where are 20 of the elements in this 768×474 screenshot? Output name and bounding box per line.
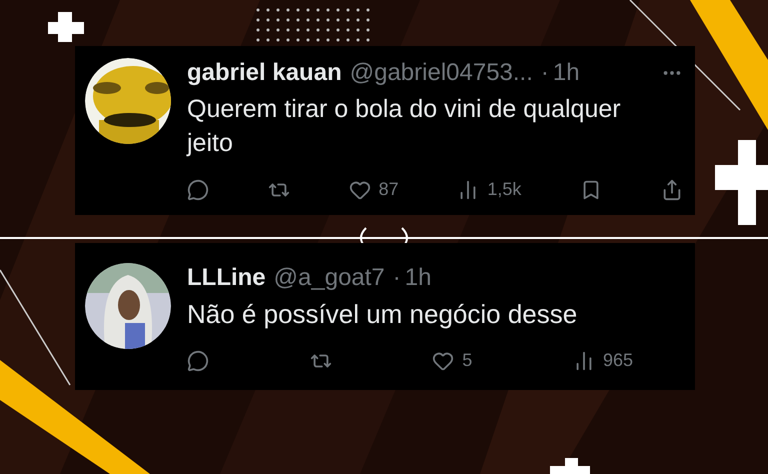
user-handle: @gabriel04753... <box>350 58 533 88</box>
cross-shape <box>48 12 84 42</box>
action-count: 1,5k <box>487 178 522 201</box>
tweet-text: Não é possível um negócio desse <box>187 298 578 331</box>
dot-separator: · <box>392 263 401 293</box>
display-name: LLLine <box>187 263 266 293</box>
dot-separator: · <box>540 58 549 88</box>
display-name: gabriel kauan <box>187 58 342 88</box>
action-count: 87 <box>378 178 399 201</box>
heart-icon[interactable] <box>432 350 454 372</box>
cross-shape <box>550 458 590 474</box>
user-handle: @a_goat7 <box>274 263 385 293</box>
post-time: 1h <box>404 263 432 293</box>
reply-icon[interactable] <box>187 350 209 372</box>
reply-icon[interactable] <box>187 178 209 200</box>
heart-icon[interactable] <box>348 178 371 200</box>
action-count: 5 <box>462 349 472 372</box>
action-count: 965 <box>602 349 633 372</box>
post-time: 1h <box>552 58 580 88</box>
tweet-text: Querem tirar o bola do vini de qualquer jeito <box>187 94 622 159</box>
